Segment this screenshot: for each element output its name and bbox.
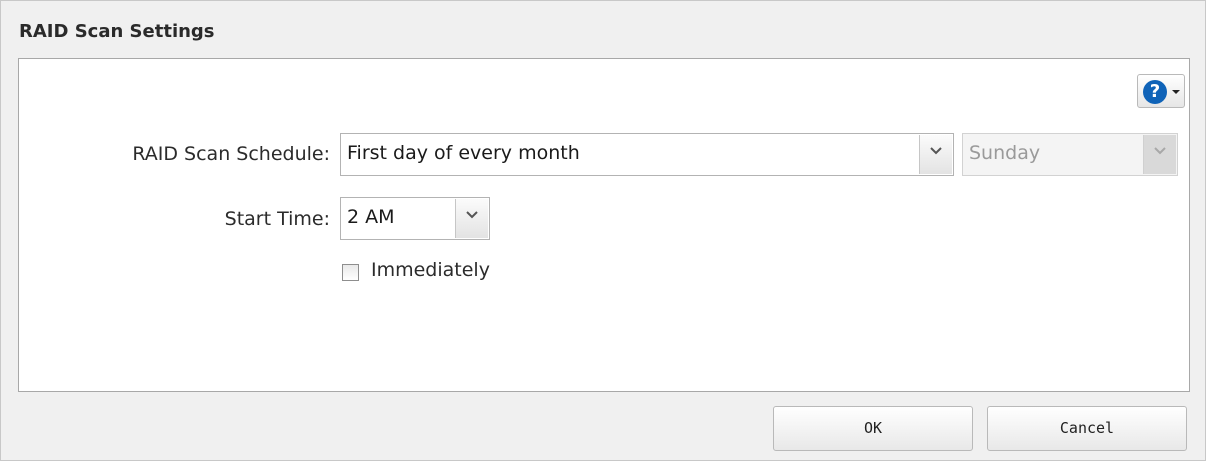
immediately-checkbox[interactable] — [342, 264, 359, 281]
schedule-select[interactable]: First day of every month — [340, 133, 954, 176]
schedule-label: RAID Scan Schedule: — [132, 143, 330, 165]
cancel-button[interactable]: Cancel — [987, 406, 1187, 451]
schedule-select-value: First day of every month — [347, 142, 580, 164]
schedule-dropdown-arrow[interactable] — [919, 135, 952, 174]
raid-scan-settings-dialog: RAID Scan Settings ? RAID Scan Schedule:… — [0, 0, 1206, 461]
dialog-title: RAID Scan Settings — [19, 21, 215, 42]
schedule-day-dropdown-arrow — [1143, 135, 1176, 174]
start-time-select[interactable]: 2 AM — [340, 197, 490, 240]
dialog-content: ? RAID Scan Schedule: First day of every… — [18, 58, 1190, 392]
caret-down-icon — [1172, 90, 1180, 94]
start-time-dropdown-arrow[interactable] — [455, 199, 488, 238]
chevron-down-icon — [1154, 147, 1166, 155]
help-button[interactable]: ? — [1137, 74, 1185, 108]
chevron-down-icon — [930, 147, 942, 155]
start-time-label: Start Time: — [224, 208, 330, 230]
help-icon: ? — [1143, 80, 1167, 104]
chevron-down-icon — [466, 211, 478, 219]
schedule-day-select: Sunday — [962, 133, 1178, 176]
immediately-label[interactable]: Immediately — [371, 259, 490, 281]
ok-button[interactable]: OK — [773, 406, 973, 451]
schedule-day-select-value: Sunday — [969, 142, 1041, 164]
start-time-select-value: 2 AM — [347, 206, 395, 228]
dialog-titlebar: RAID Scan Settings — [1, 1, 1205, 58]
